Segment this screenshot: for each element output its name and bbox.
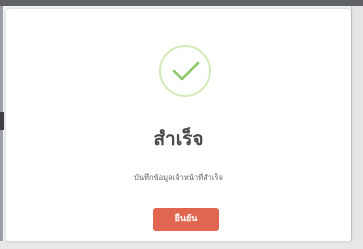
background-right-divider [351, 6, 352, 249]
background-left-marker [0, 112, 4, 130]
background-bottom-strip [0, 241, 363, 249]
success-dialog: สำเร็จ บันทึกข้อมูลเจ้าหน้าที่สำเร็จ ยืน… [6, 9, 351, 241]
page-background: สำเร็จ บันทึกข้อมูลเจ้าหน้าที่สำเร็จ ยืน… [0, 0, 363, 249]
background-right-edge [351, 6, 363, 249]
check-mark-icon [172, 61, 200, 81]
dialog-message: บันทึกข้อมูลเจ้าหน้าที่สำเร็จ [134, 173, 223, 182]
confirm-button[interactable]: ยืนยัน [153, 208, 219, 231]
dialog-title: สำเร็จ [153, 128, 204, 150]
check-circle-icon [159, 45, 211, 97]
browser-top-bar [0, 0, 363, 6]
